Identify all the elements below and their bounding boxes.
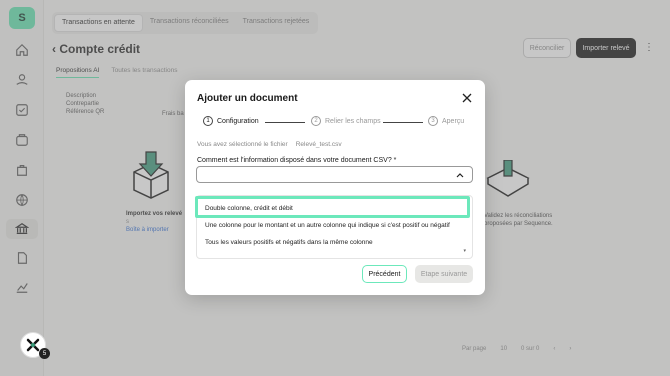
csv-layout-question: Comment est l'information disposé dans v… xyxy=(197,157,397,164)
file-name: Relevé_test.csv xyxy=(295,141,342,148)
step-number: 2 xyxy=(311,116,321,126)
step-label: Relier les champs xyxy=(325,117,381,125)
step-label: Aperçu xyxy=(442,117,465,125)
step-divider xyxy=(383,122,423,123)
option-highlight-outline xyxy=(195,196,470,218)
step-preview: 3 Aperçu xyxy=(428,116,464,126)
option-single-column[interactable]: Tous les valeurs positifs et négatifs da… xyxy=(205,239,373,246)
chevron-up-icon[interactable] xyxy=(456,171,464,179)
selected-file-row: Vous avez sélectionné le fichier Relevé_… xyxy=(197,141,342,148)
step-divider xyxy=(265,122,305,123)
previous-button[interactable]: Précédent xyxy=(362,265,407,283)
modal-title: Ajouter un document xyxy=(197,93,298,104)
scroll-down-icon[interactable]: ▾ xyxy=(463,248,466,254)
step-number: 1 xyxy=(203,116,213,126)
step-link-fields: 2 Relier les champs xyxy=(311,116,381,126)
notification-badge: 5 xyxy=(39,348,50,359)
step-label: Configuration xyxy=(217,117,259,125)
step-configuration: 1 Configuration xyxy=(203,116,259,126)
option-amount-sign-column[interactable]: Une colonne pour le montant et un autre … xyxy=(205,222,450,229)
step-number: 3 xyxy=(428,116,438,126)
add-document-modal: Ajouter un document 1 Configuration 2 Re… xyxy=(185,80,485,295)
csv-layout-select[interactable] xyxy=(196,166,473,183)
close-icon[interactable] xyxy=(461,92,473,104)
file-label: Vous avez sélectionné le fichier xyxy=(197,141,288,148)
stepper: 1 Configuration 2 Relier les champs 3 Ap… xyxy=(203,116,465,128)
next-step-button[interactable]: Etape suivante xyxy=(415,265,473,283)
